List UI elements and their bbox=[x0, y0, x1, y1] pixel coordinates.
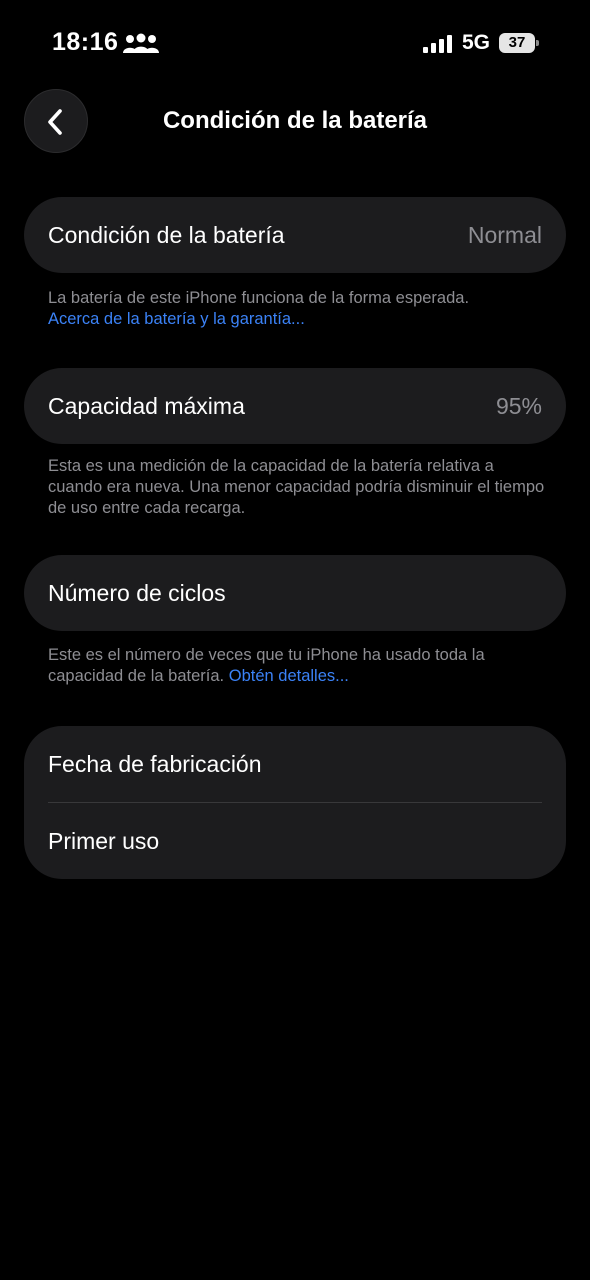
max-capacity-card: Capacidad máxima 95% bbox=[24, 368, 566, 444]
people-icon bbox=[122, 33, 160, 55]
battery-health-label: Condición de la batería bbox=[48, 221, 285, 248]
status-bar: 18:16 5G 37 bbox=[0, 0, 590, 90]
cycle-count-label: Número de ciclos bbox=[48, 579, 226, 606]
first-use-label: Primer uso bbox=[48, 827, 160, 854]
network-label: 5G bbox=[462, 31, 491, 54]
max-capacity-label: Capacidad máxima bbox=[48, 392, 245, 419]
battery-tip bbox=[536, 40, 539, 46]
signal-icon bbox=[423, 35, 453, 53]
max-capacity-note: Esta es una medición de la capacidad de … bbox=[48, 457, 545, 517]
battery-health-card: Condición de la batería Normal bbox=[24, 197, 566, 273]
cycle-count-note: Este es el número de veces que tu iPhone… bbox=[48, 645, 548, 687]
dates-card: Fecha de fabricación Primer uso bbox=[24, 726, 566, 879]
manufacture-date-row: Fecha de fabricación bbox=[24, 726, 566, 802]
cycle-count-row: Número de ciclos bbox=[24, 555, 566, 631]
cycle-count-card: Número de ciclos bbox=[24, 555, 566, 631]
battery-icon: 37 bbox=[499, 33, 539, 53]
manufacture-date-label: Fecha de fabricación bbox=[48, 750, 262, 777]
get-details-link[interactable]: Obtén detalles... bbox=[229, 667, 349, 685]
max-capacity-value: 95% bbox=[495, 392, 542, 419]
battery-health-value: Normal bbox=[467, 221, 542, 248]
max-capacity-row: Capacidad máxima 95% bbox=[24, 368, 566, 444]
first-use-row: Primer uso bbox=[24, 803, 566, 879]
battery-health-row: Condición de la batería Normal bbox=[24, 197, 566, 273]
page-title: Condición de la batería bbox=[162, 107, 428, 134]
battery-level: 37 bbox=[499, 33, 535, 53]
battery-health-note: La batería de este iPhone funciona de la… bbox=[48, 288, 548, 330]
status-time: 18:16 bbox=[52, 28, 119, 56]
battery-health-note-text: La batería de este iPhone funciona de la… bbox=[48, 289, 470, 307]
battery-warranty-link[interactable]: Acerca de la batería y la garantía... bbox=[48, 310, 305, 328]
